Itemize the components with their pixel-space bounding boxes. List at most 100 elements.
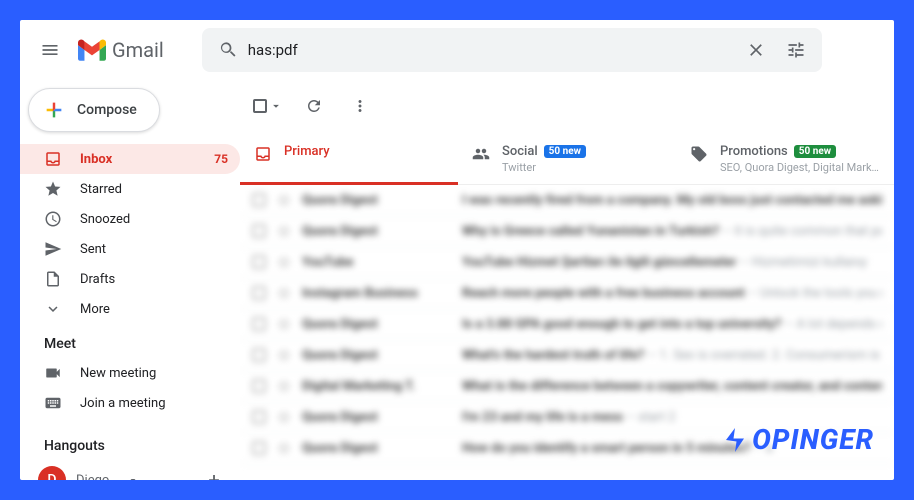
main-pane: PrimarySocial50 newTwitterPromotions50 n… bbox=[240, 80, 894, 480]
nav-item-sent[interactable]: Sent bbox=[20, 234, 240, 264]
search-input[interactable] bbox=[248, 41, 736, 59]
star-icon[interactable] bbox=[276, 254, 292, 270]
nav-item-inbox[interactable]: Inbox 75 bbox=[20, 144, 240, 174]
meet-label: Join a meeting bbox=[80, 396, 228, 411]
video-icon bbox=[44, 364, 62, 382]
main-menu-button[interactable] bbox=[30, 30, 70, 70]
thread-row[interactable]: Quora Digest Why is Greece called Yunanis… bbox=[240, 216, 894, 247]
thread-checkbox[interactable] bbox=[252, 193, 266, 207]
plus-multicolor-icon bbox=[43, 99, 65, 121]
inbox-icon bbox=[44, 150, 62, 168]
thread-checkbox[interactable] bbox=[252, 255, 266, 269]
thread-checkbox[interactable] bbox=[252, 317, 266, 331]
thread-checkbox[interactable] bbox=[252, 286, 266, 300]
refresh-button[interactable] bbox=[298, 90, 330, 122]
meet-item-join-a-meeting[interactable]: Join a meeting bbox=[20, 388, 240, 418]
thread-checkbox[interactable] bbox=[252, 379, 266, 393]
thread-sender: Quora Digest bbox=[302, 193, 452, 208]
star-icon[interactable] bbox=[276, 347, 292, 363]
nav-item-snoozed[interactable]: Snoozed bbox=[20, 204, 240, 234]
thread-subject: Why is Greece called Yunanistan in Turki… bbox=[462, 224, 882, 239]
gmail-logo[interactable]: Gmail bbox=[78, 38, 164, 62]
thread-row[interactable]: Quora Digest How do you identify a smart … bbox=[240, 433, 894, 464]
thread-checkbox[interactable] bbox=[252, 224, 266, 238]
tab-subtitle: Twitter bbox=[502, 161, 586, 174]
clock-icon bbox=[44, 210, 62, 228]
star-icon[interactable] bbox=[276, 440, 292, 456]
clear-search-button[interactable] bbox=[736, 30, 776, 70]
thread-list: Quora DigestI was recently fired from a … bbox=[240, 185, 894, 480]
thread-subject: Reach more people with a free business a… bbox=[462, 286, 882, 301]
avatar: D bbox=[38, 466, 66, 480]
meet-item-new-meeting[interactable]: New meeting bbox=[20, 358, 240, 388]
thread-row[interactable]: Quora DigestI was recently fired from a … bbox=[240, 185, 894, 216]
header: Gmail bbox=[20, 20, 894, 80]
thread-subject: What is the difference between a copywri… bbox=[462, 379, 882, 394]
more-icon bbox=[44, 300, 62, 318]
nav-label: Snoozed bbox=[80, 212, 228, 227]
search-bar[interactable] bbox=[202, 28, 822, 72]
thread-sender: Quora Digest bbox=[302, 441, 452, 456]
hangouts-user-row[interactable]: D Diego + bbox=[20, 460, 240, 480]
thread-sender: Quora Digest bbox=[302, 224, 452, 239]
star-icon[interactable] bbox=[276, 409, 292, 425]
star-icon[interactable] bbox=[276, 223, 292, 239]
nav-item-more[interactable]: More bbox=[20, 294, 240, 324]
search-icon bbox=[218, 40, 238, 60]
tab-primary[interactable]: Primary bbox=[240, 132, 458, 184]
meet-label: New meeting bbox=[80, 366, 228, 381]
tune-icon bbox=[786, 40, 806, 60]
more-button[interactable] bbox=[344, 90, 376, 122]
star-icon[interactable] bbox=[276, 316, 292, 332]
thread-row[interactable]: Quora DigestIs a 3.88 GPA good enough to… bbox=[240, 309, 894, 340]
thread-checkbox[interactable] bbox=[252, 441, 266, 455]
star-icon[interactable] bbox=[276, 285, 292, 301]
thread-row[interactable]: Digital Marketing T.What is the differen… bbox=[240, 371, 894, 402]
thread-checkbox[interactable] bbox=[252, 348, 266, 362]
close-icon bbox=[746, 40, 766, 60]
tab-badge: 50 new bbox=[794, 145, 836, 158]
sidebar: Compose Inbox 75 Starred Snoozed Sent Drafts M… bbox=[20, 80, 240, 480]
nav-label: Starred bbox=[80, 182, 228, 197]
select-all-button[interactable] bbox=[252, 90, 284, 122]
tab-social[interactable]: Social50 newTwitter bbox=[458, 132, 676, 184]
nav-item-drafts[interactable]: Drafts bbox=[20, 264, 240, 294]
nav-item-starred[interactable]: Starred bbox=[20, 174, 240, 204]
inbox-icon bbox=[254, 145, 272, 163]
thread-row[interactable]: Quora DigestI'm 23 and my life is a mess… bbox=[240, 402, 894, 433]
hangouts-user-name: Diego bbox=[76, 473, 117, 481]
tab-title: Social bbox=[502, 144, 538, 159]
thread-sender: Instagram Business bbox=[302, 286, 452, 301]
thread-sender: YouTube bbox=[302, 255, 452, 270]
meet-section-title: Meet bbox=[20, 324, 240, 358]
thread-row[interactable]: YouTube YouTube Hizmet Şartları ile ilgil… bbox=[240, 247, 894, 278]
tab-promotions[interactable]: Promotions50 newSEO, Quora Digest, Digit… bbox=[676, 132, 894, 184]
hangouts-add-button[interactable]: + bbox=[200, 466, 228, 480]
compose-button[interactable]: Compose bbox=[28, 88, 160, 132]
gmail-logo-text: Gmail bbox=[112, 38, 164, 62]
thread-subject: YouTube Hizmet Şartları ile ilgili günce… bbox=[462, 255, 882, 270]
more-vert-icon bbox=[351, 97, 369, 115]
menu-icon bbox=[40, 40, 60, 60]
star-icon bbox=[44, 180, 62, 198]
thread-checkbox[interactable] bbox=[252, 410, 266, 424]
thread-row[interactable]: Instagram Business Reach more people with… bbox=[240, 278, 894, 309]
star-icon[interactable] bbox=[276, 378, 292, 394]
nav-count: 75 bbox=[214, 152, 228, 166]
nav-label: Inbox bbox=[80, 152, 196, 167]
tag-icon bbox=[690, 145, 708, 163]
gmail-logo-icon bbox=[78, 39, 106, 61]
search-button[interactable] bbox=[208, 30, 248, 70]
body: Compose Inbox 75 Starred Snoozed Sent Drafts M… bbox=[20, 80, 894, 480]
star-icon[interactable] bbox=[276, 192, 292, 208]
nav-label: Drafts bbox=[80, 272, 228, 287]
gmail-app: Gmail Compose Inbox 75 Starred Snoozed Sent D bbox=[20, 20, 894, 480]
nav-label: More bbox=[80, 302, 228, 317]
chevron-down-icon bbox=[127, 474, 139, 480]
search-options-button[interactable] bbox=[776, 30, 816, 70]
thread-sender: Quora Digest bbox=[302, 317, 452, 332]
thread-row[interactable]: Quora DigestWhat's the hardest truth of … bbox=[240, 340, 894, 371]
thread-subject: How do you identify a smart person in 5 … bbox=[462, 441, 882, 456]
checkbox-icon bbox=[253, 99, 267, 113]
nav-label: Sent bbox=[80, 242, 228, 257]
